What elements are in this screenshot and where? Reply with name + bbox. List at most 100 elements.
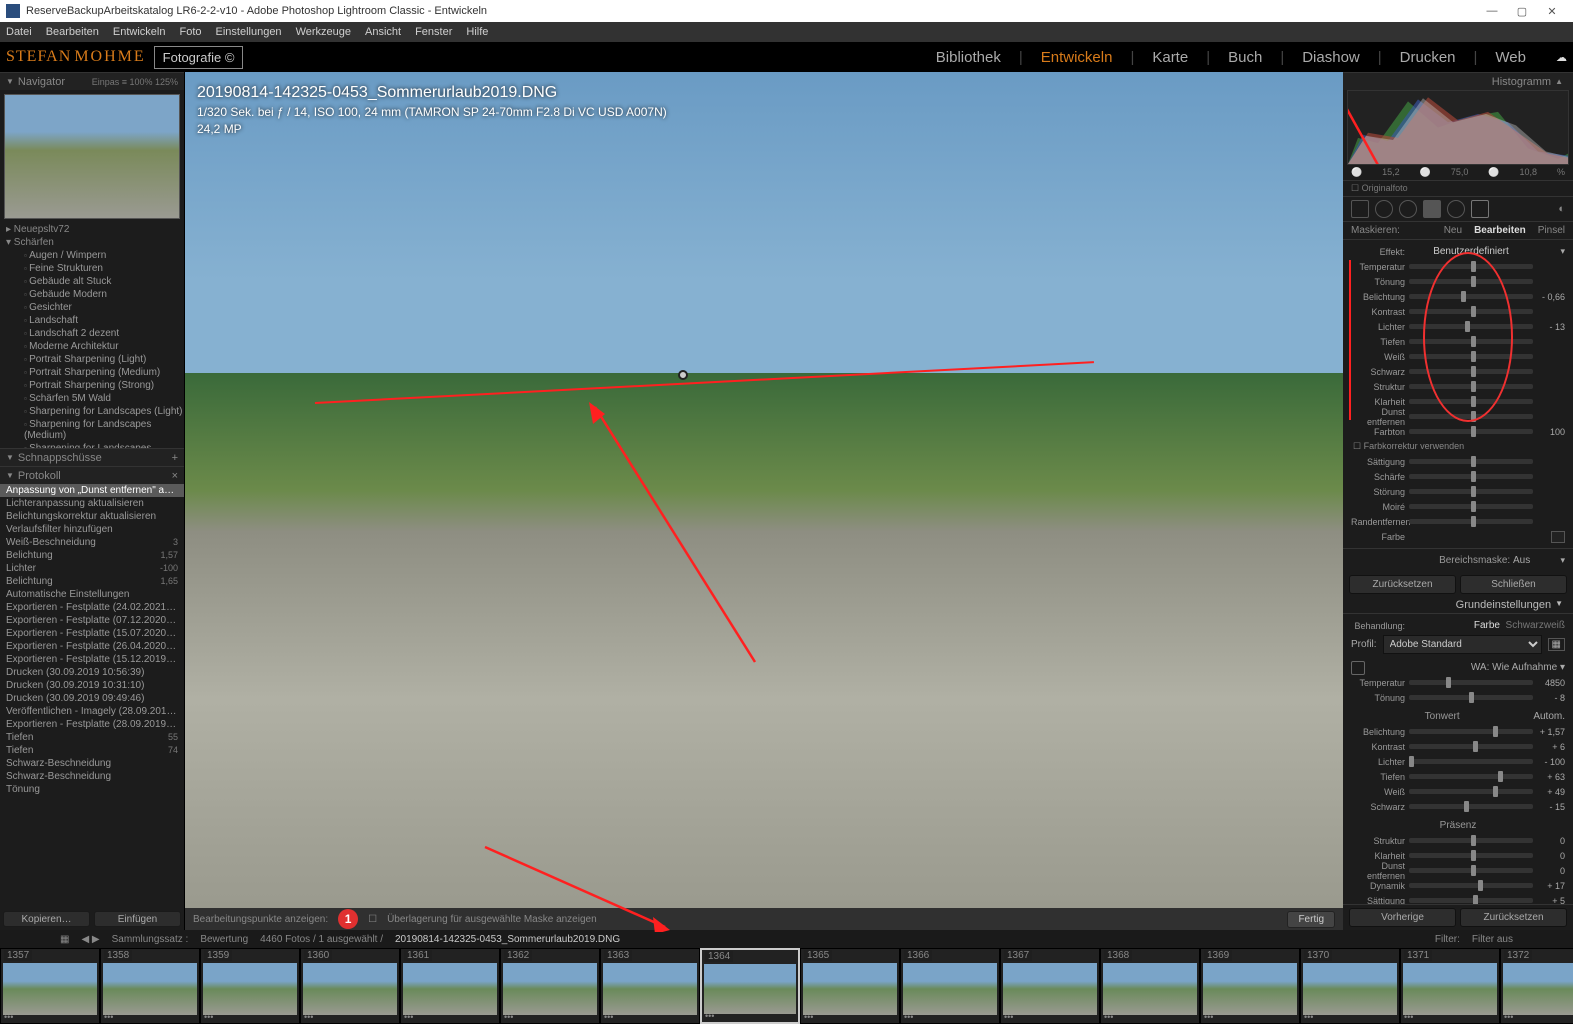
mask-tab-edit[interactable]: Bearbeiten bbox=[1474, 225, 1526, 236]
history-step[interactable]: Automatische Einstellungen bbox=[0, 588, 184, 601]
module-drucken[interactable]: Drucken bbox=[1400, 49, 1456, 66]
histogram-header[interactable]: Histogramm▲ bbox=[1343, 72, 1573, 90]
wb-dropdown[interactable]: Wie Aufnahme bbox=[1492, 662, 1557, 673]
module-diashow[interactable]: Diashow bbox=[1302, 49, 1360, 66]
menu-entwickeln[interactable]: Entwickeln bbox=[113, 26, 166, 38]
menu-foto[interactable]: Foto bbox=[179, 26, 201, 38]
history-step[interactable]: Lichteranpassung aktualisieren bbox=[0, 497, 184, 510]
mask-reset-button[interactable]: Zurücksetzen bbox=[1349, 575, 1456, 594]
filmstrip-thumbnail[interactable]: 1360••• bbox=[300, 948, 400, 1024]
presence-slider[interactable]: Dynamik+ 17 bbox=[1343, 878, 1573, 893]
tone-slider[interactable]: Lichter- 100 bbox=[1343, 754, 1573, 769]
filmstrip-thumbnail[interactable]: 1357••• bbox=[0, 948, 100, 1024]
profile-browser-icon[interactable]: ▦ bbox=[1548, 638, 1565, 651]
preset-group[interactable]: ▸ Neuepsltv72 bbox=[6, 223, 184, 236]
mask-slider[interactable]: Temperatur bbox=[1343, 259, 1573, 274]
spot-removal-tool-icon[interactable] bbox=[1375, 200, 1393, 218]
menu-hilfe[interactable]: Hilfe bbox=[466, 26, 488, 38]
profile-select[interactable]: Adobe Standard bbox=[1383, 635, 1542, 654]
paste-button[interactable]: Einfügen bbox=[94, 911, 181, 927]
graduated-filter-tool-icon[interactable] bbox=[1423, 200, 1441, 218]
crop-tool-icon[interactable] bbox=[1351, 200, 1369, 218]
filmstrip-thumbnail[interactable]: 1358••• bbox=[100, 948, 200, 1024]
mask-slider[interactable]: Tiefen bbox=[1343, 334, 1573, 349]
original-photo-checkbox[interactable]: Originalfoto bbox=[1362, 183, 1408, 193]
history-step[interactable]: Belichtungskorrektur aktualisieren bbox=[0, 510, 184, 523]
history-step[interactable]: Schwarz-Beschneidung bbox=[0, 770, 184, 783]
minimize-button[interactable]: — bbox=[1477, 5, 1507, 17]
filmstrip-thumbnail[interactable]: 1361••• bbox=[400, 948, 500, 1024]
history-step[interactable]: Verlaufsfilter hinzufügen bbox=[0, 523, 184, 536]
copy-button[interactable]: Kopieren… bbox=[3, 911, 90, 927]
preset-item[interactable]: Gebäude Modern bbox=[6, 288, 184, 301]
preset-item[interactable]: Schärfen 5M Wald bbox=[6, 392, 184, 405]
filmstrip-thumbnail[interactable]: 1369••• bbox=[1200, 948, 1300, 1024]
preset-item[interactable]: Sharpening for Landscapes (Medium) bbox=[6, 418, 184, 442]
brush-tool-icon[interactable] bbox=[1471, 200, 1489, 218]
mask-slider[interactable]: Sättigung bbox=[1343, 454, 1573, 469]
history-step[interactable]: Belichtung1,57 bbox=[0, 549, 184, 562]
mask-slider[interactable]: Schwarz bbox=[1343, 364, 1573, 379]
menu-datei[interactable]: Datei bbox=[6, 26, 32, 38]
mask-tab-brush[interactable]: Pinsel bbox=[1538, 225, 1565, 236]
preset-item[interactable]: Gesichter bbox=[6, 301, 184, 314]
tone-slider[interactable]: Schwarz- 15 bbox=[1343, 799, 1573, 814]
effect-dropdown[interactable]: Benutzerdefiniert bbox=[1409, 246, 1533, 257]
module-buch[interactable]: Buch bbox=[1228, 49, 1262, 66]
filmstrip-thumbnail[interactable]: 1370••• bbox=[1300, 948, 1400, 1024]
tone-slider[interactable]: Weiß+ 49 bbox=[1343, 784, 1573, 799]
module-web[interactable]: Web bbox=[1495, 49, 1526, 66]
filmstrip-thumbnail[interactable]: 1359••• bbox=[200, 948, 300, 1024]
history-step[interactable]: Exportieren - Festplatte (28.09.2019 22:… bbox=[0, 718, 184, 731]
presence-slider[interactable]: Dunst entfernen0 bbox=[1343, 863, 1573, 878]
preset-item[interactable]: Landschaft bbox=[6, 314, 184, 327]
wb-slider[interactable]: Temperatur4850 bbox=[1343, 675, 1573, 690]
close-button[interactable]: ✕ bbox=[1537, 5, 1567, 18]
history-step[interactable]: Tiefen74 bbox=[0, 744, 184, 757]
history-step[interactable]: Veröffentlichen - Imagely (28.09.2019 22… bbox=[0, 705, 184, 718]
preset-item[interactable]: Portrait Sharpening (Light) bbox=[6, 353, 184, 366]
preset-item[interactable]: Gebäude alt Stuck bbox=[6, 275, 184, 288]
menu-werkzeuge[interactable]: Werkzeuge bbox=[296, 26, 351, 38]
color-swatch[interactable] bbox=[1551, 531, 1565, 543]
filmstrip[interactable]: 1357•••1358•••1359•••1360•••1361•••1362•… bbox=[0, 948, 1573, 1024]
basic-panel-header[interactable]: Grundeinstellungen▼ bbox=[1343, 597, 1573, 613]
preset-item[interactable]: Landschaft 2 dezent bbox=[6, 327, 184, 340]
module-karte[interactable]: Karte bbox=[1152, 49, 1188, 66]
preset-group[interactable]: ▾ Schärfen bbox=[6, 236, 184, 249]
filmstrip-thumbnail[interactable]: 1365••• bbox=[800, 948, 900, 1024]
history-step[interactable]: Drucken (30.09.2019 10:31:10) bbox=[0, 679, 184, 692]
photo-canvas[interactable]: 20190814-142325-0453_Sommerurlaub2019.DN… bbox=[185, 72, 1343, 908]
tone-slider[interactable]: Belichtung+ 1,57 bbox=[1343, 724, 1573, 739]
history-step[interactable]: Exportieren - Festplatte (26.04.2020 10:… bbox=[0, 640, 184, 653]
history-step[interactable]: Drucken (30.09.2019 10:56:39) bbox=[0, 666, 184, 679]
histogram[interactable] bbox=[1347, 90, 1569, 165]
mask-tab-new[interactable]: Neu bbox=[1444, 225, 1462, 236]
mask-slider[interactable]: Lichter- 13 bbox=[1343, 319, 1573, 334]
history-step[interactable]: Tiefen55 bbox=[0, 731, 184, 744]
mask-slider[interactable]: Weiß bbox=[1343, 349, 1573, 364]
tone-slider[interactable]: Tiefen+ 63 bbox=[1343, 769, 1573, 784]
mask-slider[interactable]: Kontrast bbox=[1343, 304, 1573, 319]
snapshots-header[interactable]: ▼Schnappschüsse+ bbox=[0, 448, 184, 466]
filter-off-toggle[interactable]: Filter aus bbox=[1472, 934, 1513, 945]
preset-item[interactable]: Feine Strukturen bbox=[6, 262, 184, 275]
presence-slider[interactable]: Struktur0 bbox=[1343, 833, 1573, 848]
history-step[interactable]: Exportieren - Festplatte (15.07.2020 17:… bbox=[0, 627, 184, 640]
mask-slider[interactable]: Struktur bbox=[1343, 379, 1573, 394]
mask-slider[interactable]: Dunst entfernen bbox=[1343, 409, 1573, 424]
menu-ansicht[interactable]: Ansicht bbox=[365, 26, 401, 38]
history-header[interactable]: ▼Protokoll× bbox=[0, 466, 184, 484]
history-step[interactable]: Anpassung von „Dunst entfernen" aktualis… bbox=[0, 484, 184, 497]
history-step[interactable]: Lichter-100 bbox=[0, 562, 184, 575]
mask-slider[interactable]: Tönung bbox=[1343, 274, 1573, 289]
treatment-bw[interactable]: Schwarzweiß bbox=[1506, 620, 1565, 631]
module-entwickeln[interactable]: Entwickeln bbox=[1041, 49, 1113, 66]
mask-slider[interactable]: Schärfe bbox=[1343, 469, 1573, 484]
maximize-button[interactable]: ▢ bbox=[1507, 5, 1537, 18]
color-correction-checkbox[interactable]: Farbkorrektur verwenden bbox=[1364, 441, 1465, 451]
grid-icon[interactable]: ▦ bbox=[60, 934, 69, 945]
previous-button[interactable]: Vorherige bbox=[1349, 908, 1456, 927]
filmstrip-thumbnail[interactable]: 1367••• bbox=[1000, 948, 1100, 1024]
hue-slider[interactable] bbox=[1409, 429, 1533, 434]
